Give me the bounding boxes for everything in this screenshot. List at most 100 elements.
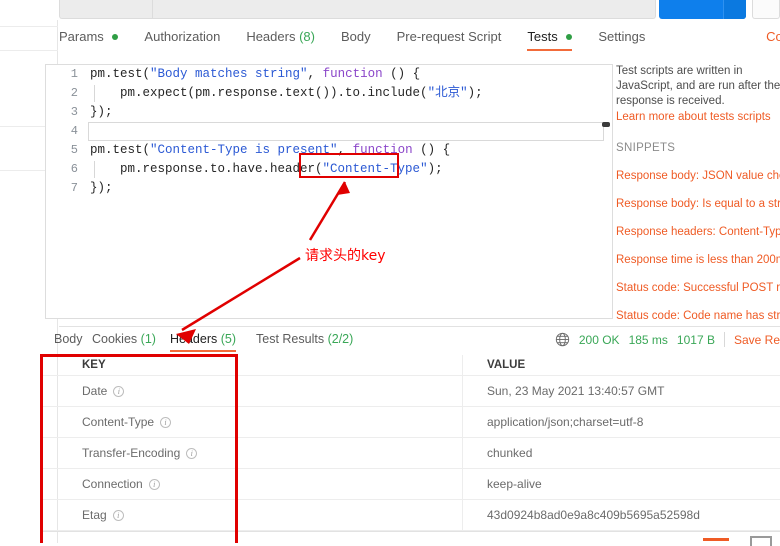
tab-label: Headers xyxy=(170,332,218,346)
request-tab-bar: Params Authorization Headers (8) Body Pr… xyxy=(59,22,780,58)
code-line[interactable]: 5 pm.test("Content-Type is present", func… xyxy=(46,141,612,160)
code-token: pm.expect(pm.response.text()).to.include… xyxy=(90,86,428,100)
tab-label: Body xyxy=(340,29,371,44)
column-divider xyxy=(462,355,463,375)
code-token: }); xyxy=(90,181,113,195)
bottom-panel-icon[interactable] xyxy=(750,536,772,546)
column-header-key: KEY xyxy=(82,359,106,371)
code-text: pm.test("Content-Type is present", funct… xyxy=(90,141,450,160)
code-token: function xyxy=(352,143,413,157)
code-token: pm.test( xyxy=(90,143,151,157)
header-key-text: Date xyxy=(82,384,108,398)
header-value-cell: keep-alive xyxy=(487,477,542,491)
header-value-cell: Sun, 23 May 2021 13:40:57 GMT xyxy=(487,384,665,398)
response-divider xyxy=(59,326,780,327)
table-row: Transfer-Encoding i chunked xyxy=(40,438,780,469)
code-token: "Content-Type is present" xyxy=(150,143,338,157)
snippet-item[interactable]: Response body: JSON value check xyxy=(616,170,780,182)
method-select[interactable] xyxy=(60,0,153,18)
table-row: Content-Type i application/json;charset=ut… xyxy=(40,407,780,438)
send-dropdown-caret-icon[interactable] xyxy=(723,0,746,19)
tab-headers[interactable]: Headers (8) xyxy=(246,22,315,44)
tab-pre-request-script[interactable]: Pre-request Script xyxy=(397,22,502,44)
status-code: 200 OK xyxy=(578,332,620,347)
code-line[interactable]: 2 pm.expect(pm.response.text()).to.inclu… xyxy=(46,84,612,103)
info-icon[interactable]: i xyxy=(186,447,198,459)
learn-more-link[interactable]: Learn more about tests scripts xyxy=(616,111,780,123)
response-tab-bar: Body Cookies (1) Headers (5) Test Result… xyxy=(40,330,780,356)
header-key-text: Etag xyxy=(82,508,107,522)
column-divider xyxy=(462,438,463,468)
code-lines: 1 pm.test("Body matches string", function… xyxy=(46,65,612,198)
code-line[interactable]: 1 pm.test("Body matches string", function… xyxy=(46,65,612,84)
tab-label: Params xyxy=(59,29,104,44)
code-line[interactable]: 6 pm.response.to.have.header("Content-Ty… xyxy=(46,160,612,179)
url-input[interactable] xyxy=(153,0,655,18)
column-divider xyxy=(462,407,463,437)
snippet-item[interactable]: Status code: Successful POST reques xyxy=(616,282,780,294)
tab-label: Cookies xyxy=(92,332,138,346)
code-token: }); xyxy=(90,105,113,119)
save-request-button[interactable] xyxy=(752,0,780,19)
editor-scrollbar[interactable] xyxy=(602,66,611,318)
modified-dot-icon xyxy=(566,34,573,40)
snippet-item[interactable]: Response body: Is equal to a string xyxy=(616,198,780,210)
tab-authorization[interactable]: Authorization xyxy=(144,22,220,44)
header-value-cell: chunked xyxy=(487,446,533,460)
code-token: function xyxy=(322,67,383,81)
code-text: }); xyxy=(90,103,113,122)
code-token: () { xyxy=(382,67,421,81)
info-icon[interactable]: i xyxy=(160,416,172,428)
code-token: "Body matches string" xyxy=(150,67,308,81)
tab-label: Pre-request Script xyxy=(396,29,502,44)
code-text: pm.test("Body matches string", function … xyxy=(90,65,420,84)
active-tab-underline xyxy=(170,349,237,352)
line-number: 4 xyxy=(70,124,78,138)
meta-separator xyxy=(723,332,725,347)
globe-icon xyxy=(555,332,570,347)
column-divider xyxy=(462,500,463,530)
info-icon[interactable]: i xyxy=(148,478,160,490)
tab-body[interactable]: Body xyxy=(341,22,371,44)
tab-count: (1) xyxy=(140,332,156,346)
info-icon[interactable]: i xyxy=(113,385,125,397)
response-tab-body[interactable]: Body xyxy=(54,332,83,346)
code-text: pm.expect(pm.response.text()).to.include… xyxy=(90,84,483,103)
tab-tests[interactable]: Tests xyxy=(527,22,573,51)
line-number: 3 xyxy=(70,105,78,119)
response-tab-cookies[interactable]: Cookies (1) xyxy=(92,332,156,346)
snippet-item[interactable]: Response time is less than 200ms xyxy=(616,254,780,266)
response-tab-headers[interactable]: Headers (5) xyxy=(170,332,237,352)
tab-params[interactable]: Params xyxy=(59,22,119,44)
save-response-button[interactable]: Save Re xyxy=(734,333,780,347)
code-token: "北京" xyxy=(427,86,468,100)
tab-settings[interactable]: Settings xyxy=(598,22,645,44)
response-tab-test-results[interactable]: Test Results (2/2) xyxy=(256,332,353,346)
header-key-text: Transfer-Encoding xyxy=(82,446,181,460)
info-icon[interactable]: i xyxy=(112,509,124,521)
header-key-cell: Connection i xyxy=(40,477,463,491)
line-number: 7 xyxy=(70,181,78,195)
tests-description: Test scripts are written in JavaScript, … xyxy=(616,65,780,107)
code-token: ); xyxy=(467,86,483,100)
column-divider xyxy=(462,376,463,406)
line-number: 1 xyxy=(70,67,78,81)
tab-label: Body xyxy=(54,332,83,346)
code-line[interactable]: 7}); xyxy=(46,179,612,198)
code-line[interactable]: 4 xyxy=(46,122,612,141)
cookies-link[interactable]: Coo xyxy=(766,29,780,44)
tests-script-editor[interactable]: 1 pm.test("Body matches string", function… xyxy=(45,64,613,319)
request-url-bar-region xyxy=(0,0,780,20)
editor-scrollbar-thumb[interactable] xyxy=(602,122,610,127)
url-bar[interactable] xyxy=(59,0,656,19)
column-divider xyxy=(462,469,463,499)
line-number: 2 xyxy=(70,86,78,100)
code-line[interactable]: 3}); xyxy=(46,103,612,122)
code-token: , xyxy=(337,143,353,157)
header-key-cell: Transfer-Encoding i xyxy=(40,446,463,460)
snippet-item[interactable]: Status code: Code name has strine xyxy=(616,310,780,322)
snippet-item[interactable]: Response headers: Content-Type he xyxy=(616,226,780,238)
tab-label: Tests xyxy=(527,29,558,44)
line-number: 6 xyxy=(70,162,78,176)
tab-label: Test Results xyxy=(256,332,325,346)
